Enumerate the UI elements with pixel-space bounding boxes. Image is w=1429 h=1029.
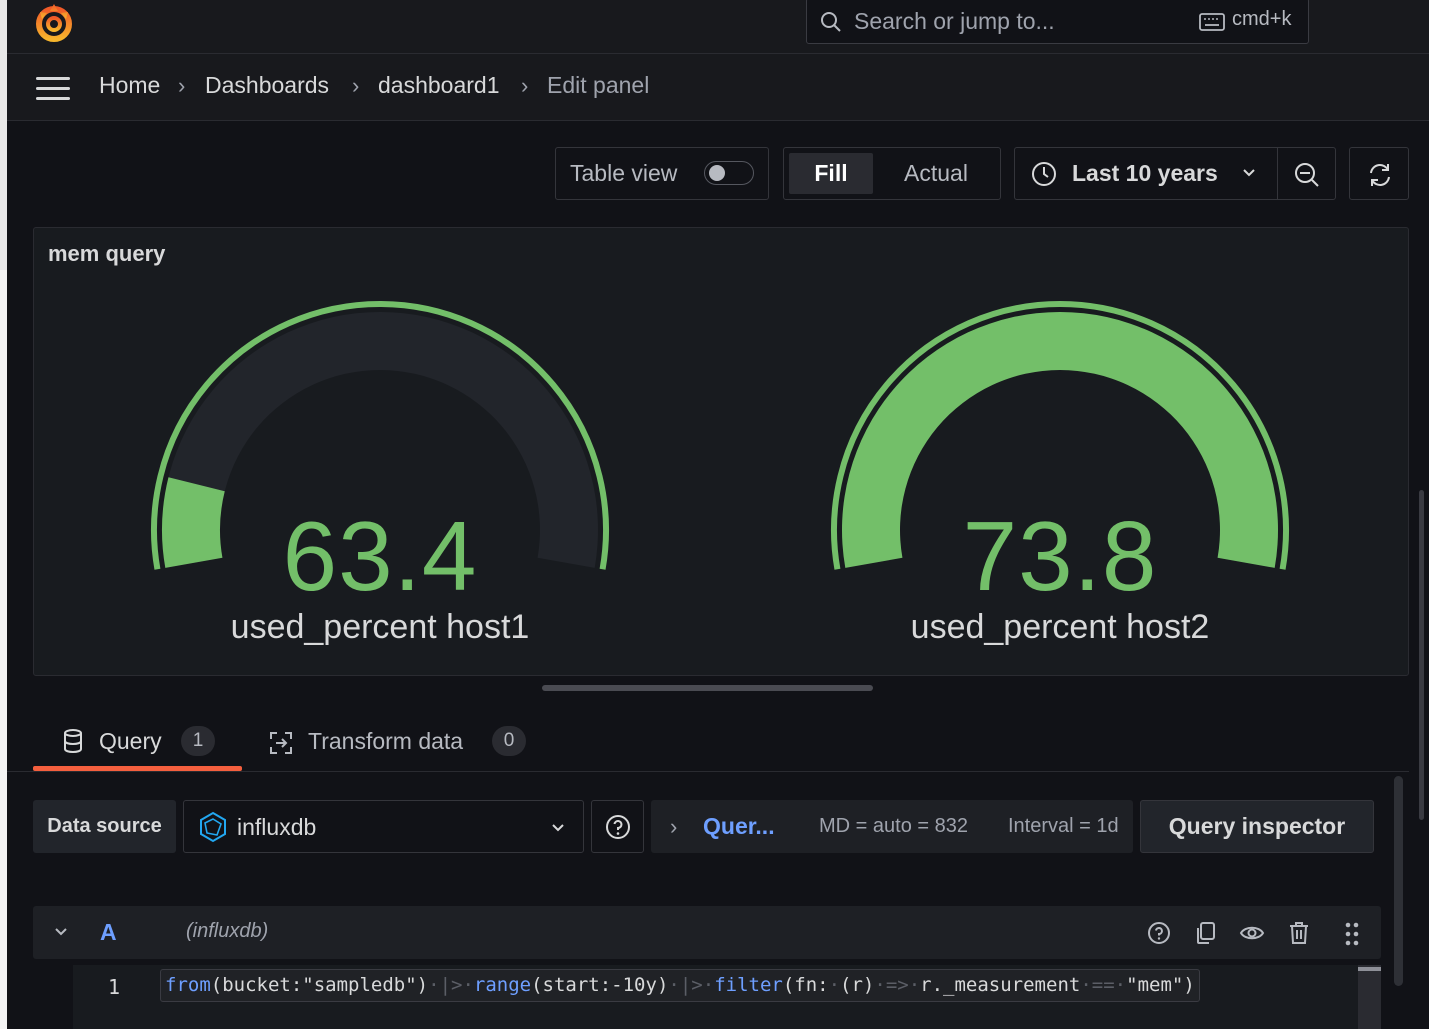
window-edge [0, 0, 7, 1029]
data-source-select[interactable]: influxdb [183, 800, 584, 853]
breadcrumb-separator: › [178, 73, 186, 98]
chevron-down-icon [552, 824, 564, 832]
query-options-link[interactable]: Quer... [703, 813, 775, 840]
gauge-label: used_percent host2 [910, 608, 1210, 646]
tab-transform-count: 0 [492, 726, 526, 756]
database-icon [62, 728, 84, 760]
query-row-header: A (influxdb) [33, 906, 1381, 959]
gauge-value: 63.4 [282, 501, 478, 611]
table-view-toggle[interactable]: Table view [555, 147, 769, 200]
tab-query-count: 1 [181, 726, 215, 756]
transform-icon [268, 730, 294, 762]
time-range-picker[interactable]: Last 10 years [1014, 147, 1278, 200]
copy-icon[interactable] [1193, 920, 1219, 946]
chevron-right-icon: › [670, 814, 678, 839]
refresh-icon [1370, 164, 1390, 186]
chevron-down-icon [1243, 169, 1255, 177]
query-inspector-button[interactable]: Query inspector [1140, 800, 1374, 853]
data-source-help-button[interactable] [591, 800, 644, 853]
fill-button[interactable]: Fill [789, 153, 873, 194]
time-range-label: Last 10 years [1072, 160, 1218, 186]
tab-query[interactable]: Query [99, 728, 162, 755]
panel-resize-handle[interactable] [542, 685, 873, 691]
query-scrollbar[interactable] [1394, 776, 1403, 986]
drag-handle-icon[interactable] [1342, 920, 1362, 948]
code-editor[interactable]: 1 from(bucket:"sampledb")·|>·range(start… [73, 965, 1381, 1029]
eye-icon[interactable] [1239, 920, 1265, 946]
gauge-label: used_percent host1 [230, 608, 530, 646]
help-icon [606, 815, 630, 839]
data-source-name: influxdb [237, 814, 317, 840]
influxdb-icon [200, 811, 226, 843]
search-icon [821, 12, 841, 32]
hamburger-icon[interactable] [36, 77, 70, 101]
keyboard-icon [1199, 13, 1225, 31]
gauge-value: 73.8 [962, 501, 1158, 611]
help-icon[interactable] [1146, 920, 1172, 946]
gauge-host2: 73.8 [828, 300, 1292, 620]
editor-minimap [1358, 965, 1381, 1029]
breadcrumb-dashboard1[interactable]: dashboard1 [378, 72, 500, 99]
fill-actual-segment: Fill Actual [783, 147, 1001, 200]
tab-transform-data[interactable]: Transform data [308, 728, 463, 755]
actual-button[interactable]: Actual [884, 153, 988, 194]
table-view-label: Table view [570, 160, 678, 186]
search-bar[interactable]: Search or jump to... cmd+k [806, 0, 1309, 44]
gauge-host1: 63.4 [148, 300, 612, 620]
line-number: 1 [108, 975, 121, 999]
breadcrumb-separator: › [521, 73, 529, 98]
search-placeholder: Search or jump to... [854, 8, 1055, 34]
table-view-switch[interactable] [704, 161, 754, 185]
zoom-out-icon [1295, 163, 1319, 187]
panel-title: mem query [48, 241, 166, 266]
breadcrumb-dashboards[interactable]: Dashboards [205, 72, 329, 99]
query-interval: Interval = 1d [1008, 815, 1119, 837]
zoom-out-button[interactable] [1277, 147, 1336, 200]
data-source-label: Data source [33, 800, 176, 853]
flux-query-code[interactable]: from(bucket:"sampledb")·|>·range(start:-… [160, 969, 1200, 1002]
breadcrumb-home[interactable]: Home [99, 72, 160, 99]
search-shortcut: cmd+k [1232, 8, 1292, 30]
breadcrumb-separator: › [352, 73, 360, 98]
grafana-logo-icon[interactable] [34, 2, 74, 42]
query-options[interactable]: › Quer... MD = auto = 832 Interval = 1d [651, 800, 1133, 853]
breadcrumb-edit-panel: Edit panel [547, 72, 650, 98]
chevron-down-icon[interactable] [53, 924, 69, 940]
query-datasource-name: (influxdb) [186, 920, 269, 942]
clock-icon [1032, 162, 1056, 186]
trash-icon[interactable] [1286, 920, 1312, 946]
max-data-points: MD = auto = 832 [819, 815, 968, 837]
query-ref-id[interactable]: A [100, 919, 117, 946]
page-scrollbar[interactable] [1419, 490, 1424, 820]
refresh-button[interactable] [1349, 147, 1409, 200]
